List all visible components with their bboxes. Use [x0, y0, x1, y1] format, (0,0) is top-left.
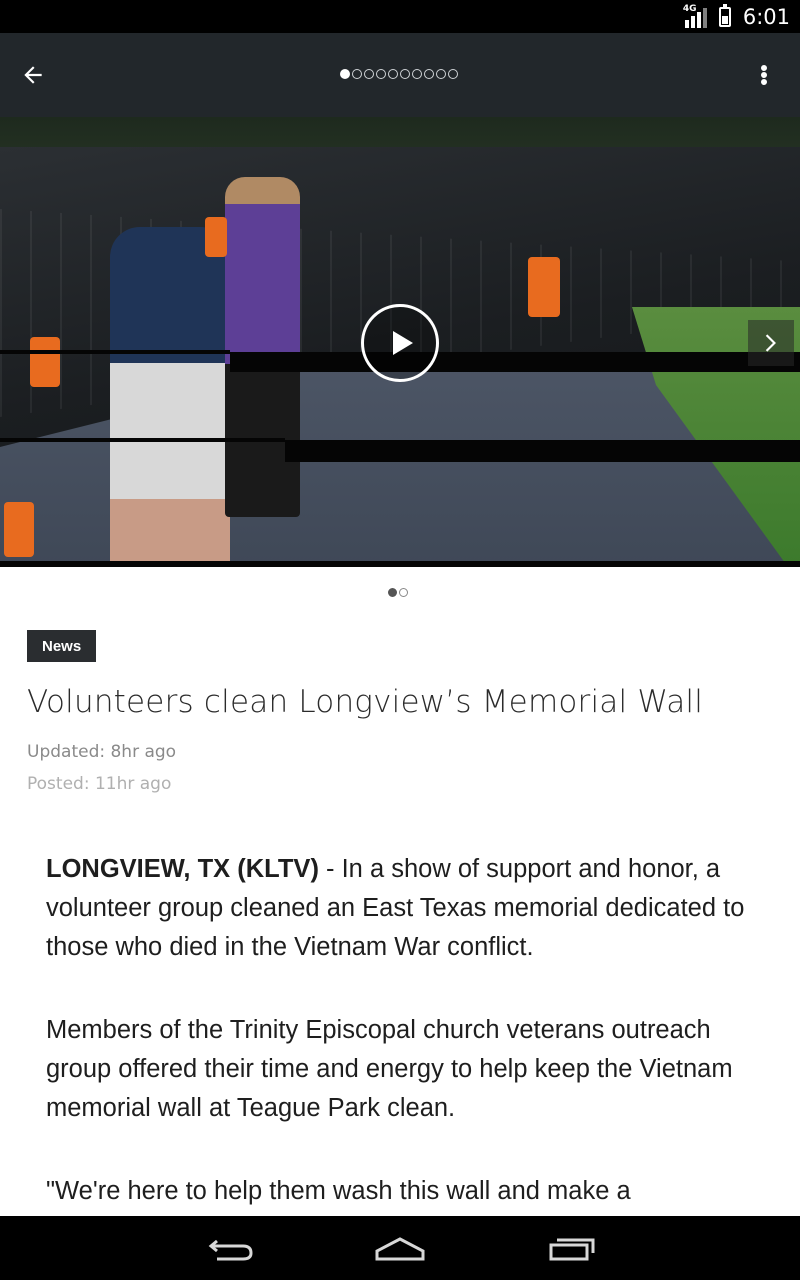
- paragraph: "We're here to help them wash this wall …: [46, 1177, 631, 1205]
- pager-dot: [400, 69, 410, 79]
- back-button[interactable]: [20, 55, 76, 95]
- updated-time: Updated: 8hr ago: [27, 742, 177, 762]
- play-icon: [393, 331, 413, 355]
- pager-dot: [388, 69, 398, 79]
- paragraph: Members of the Trinity Episcopal church …: [46, 1016, 733, 1122]
- network-type: 4G: [682, 3, 697, 14]
- play-button[interactable]: [361, 304, 439, 382]
- pager-dot: [412, 69, 422, 79]
- signal-icon: 4G: [682, 3, 707, 28]
- chevron-right-icon: [765, 334, 776, 352]
- dateline: LONGVIEW, TX (KLTV): [46, 855, 319, 883]
- article-headline: Volunteers clean Longview’s Memorial Wal…: [27, 684, 704, 720]
- volunteer-figure: [110, 227, 230, 567]
- nav-home-button[interactable]: [370, 1228, 430, 1268]
- pager-dot: [436, 69, 446, 79]
- media-slide-indicator: [388, 588, 408, 597]
- category-badge[interactable]: News: [27, 630, 97, 662]
- pager-dot: [340, 69, 350, 79]
- clock: 6:01: [742, 4, 790, 29]
- system-nav-bar: [0, 1216, 800, 1280]
- video-player[interactable]: [0, 117, 800, 567]
- article-body: LONGVIEW, TX (KLTV) - In a show of suppo…: [46, 850, 766, 1255]
- nav-recents-button[interactable]: [540, 1228, 600, 1268]
- paragraph: LONGVIEW, TX (KLTV) - In a show of suppo…: [46, 855, 745, 961]
- battery-icon: [718, 3, 731, 27]
- article-pager: [340, 69, 458, 79]
- app-bar: [0, 33, 800, 117]
- posted-time: Posted: 11hr ago: [27, 774, 172, 794]
- slide-dot[interactable]: [388, 588, 397, 597]
- volunteer-figure: [225, 177, 300, 517]
- nav-recents-icon: [549, 1238, 595, 1261]
- slide-dot[interactable]: [399, 588, 408, 597]
- status-bar: 4G 6:01: [0, 0, 800, 33]
- pager-dot: [448, 69, 458, 79]
- pager-dot: [352, 69, 362, 79]
- pager-dot: [424, 69, 434, 79]
- nav-home-icon: [375, 1237, 425, 1261]
- more-options-button[interactable]: [752, 59, 776, 91]
- next-slide-button[interactable]: [748, 320, 794, 366]
- more-vert-icon: [761, 65, 767, 71]
- arrow-left-icon: [24, 66, 42, 84]
- pager-dot: [364, 69, 374, 79]
- nav-back-icon: [208, 1239, 253, 1261]
- pager-dot: [376, 69, 386, 79]
- nav-back-button[interactable]: [200, 1228, 260, 1268]
